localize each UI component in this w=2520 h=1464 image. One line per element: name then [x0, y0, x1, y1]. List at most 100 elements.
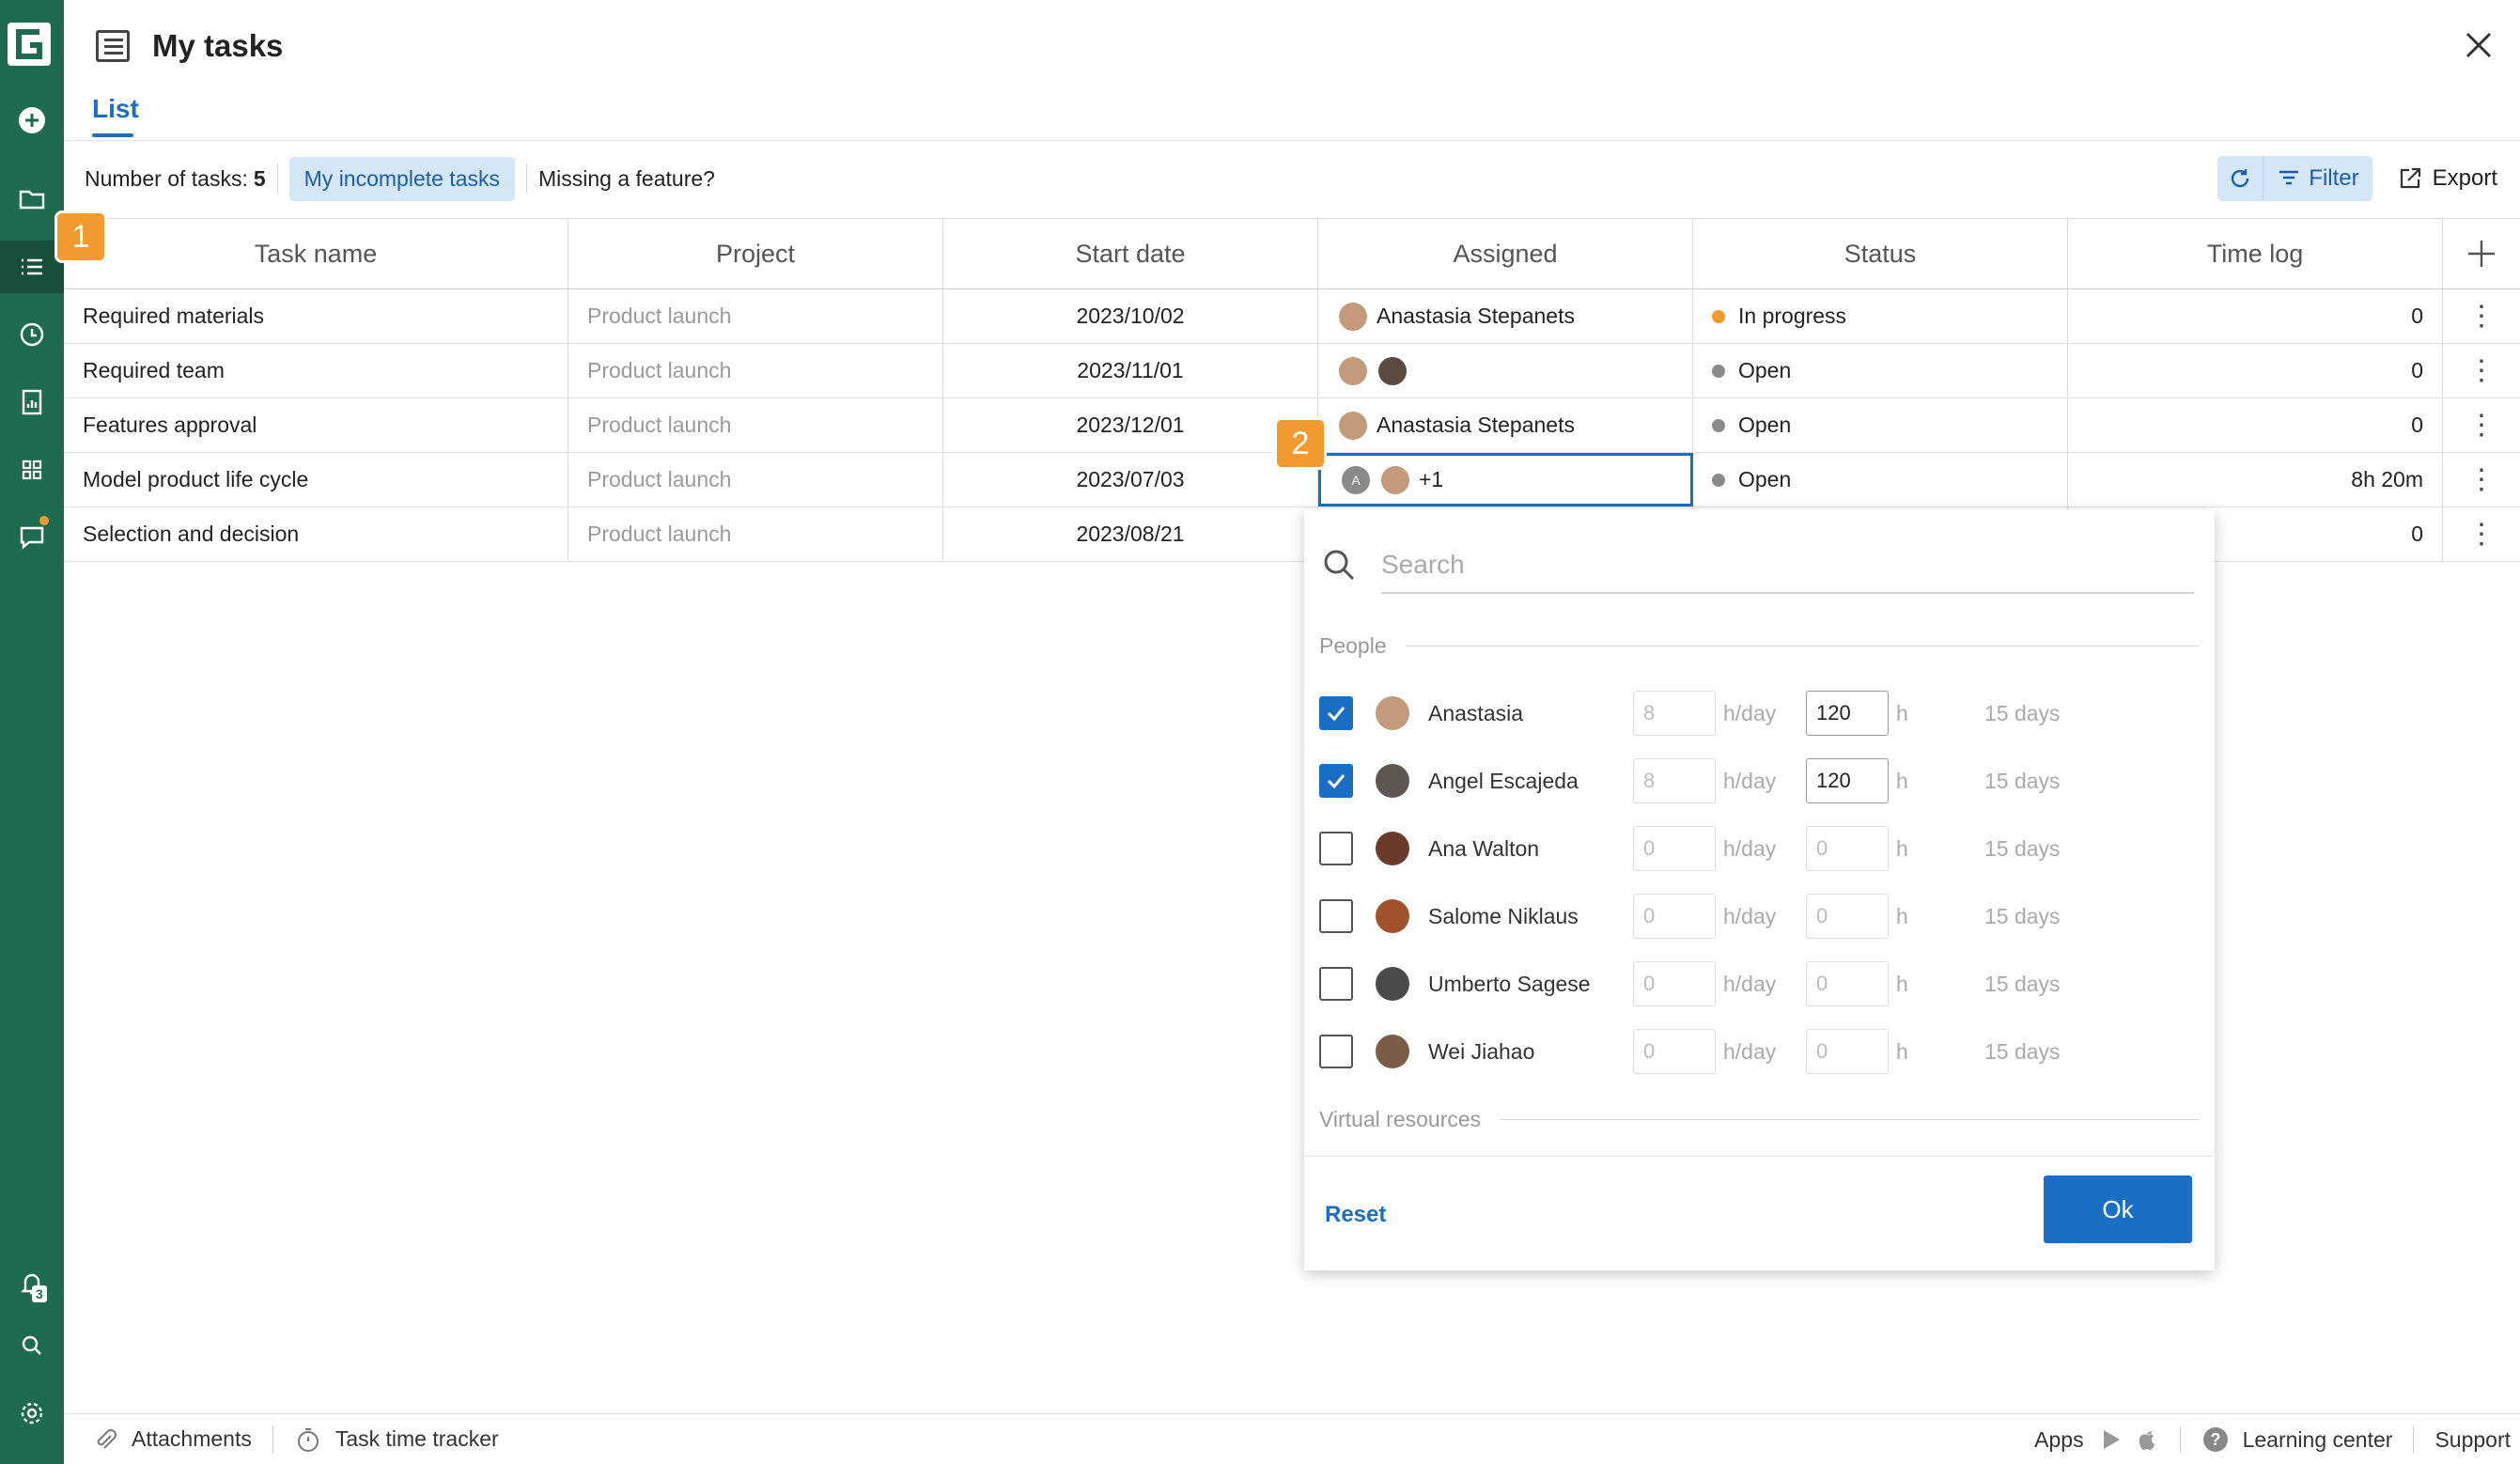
bell-icon[interactable] — [0, 1257, 64, 1310]
person-row[interactable]: Salome Niklaus 0 h/day 0h 15 days — [1319, 893, 2061, 940]
person-row[interactable]: Anastasia 8 h/day 120 h 15 days — [1319, 690, 2061, 737]
apple-icon[interactable] — [2135, 1426, 2159, 1453]
export-button[interactable]: Export — [2397, 165, 2497, 192]
time-log-cell[interactable]: 0 — [2068, 344, 2443, 397]
row-menu-button[interactable]: ⋮ — [2443, 289, 2520, 343]
assigned-cell-selected[interactable]: A +1 — [1318, 453, 1693, 506]
hours-per-day-input[interactable]: 0 — [1633, 826, 1716, 871]
export-label: Export — [2432, 165, 2497, 191]
search-icon[interactable] — [0, 1319, 64, 1372]
kebab-icon: ⋮ — [2467, 463, 2496, 495]
task-time-tracker-button[interactable]: Task time tracker — [294, 1425, 499, 1454]
project-cell[interactable]: Product launch — [568, 453, 943, 506]
start-date-cell[interactable]: 2023/12/01 — [943, 398, 1318, 452]
unit-label: h/day — [1723, 971, 1777, 996]
attachments-button[interactable]: Attachments — [92, 1426, 252, 1453]
start-date-cell[interactable]: 2023/07/03 — [943, 453, 1318, 506]
start-date-cell[interactable]: 2023/11/01 — [943, 344, 1318, 397]
table-row[interactable]: Required materials Product launch 2023/1… — [64, 289, 2520, 344]
table-row[interactable]: Required team Product launch 2023/11/01 … — [64, 344, 2520, 398]
assignee-search-input[interactable]: Search — [1381, 537, 2194, 594]
add-icon[interactable] — [0, 94, 64, 147]
project-cell[interactable]: Product launch — [568, 289, 943, 343]
notification-count-badge: 3 — [32, 1285, 47, 1302]
row-menu-button[interactable]: ⋮ — [2443, 507, 2520, 561]
assigned-cell[interactable]: Anastasia Stepanets — [1318, 398, 1693, 452]
person-row[interactable]: Umberto Sagese 0 h/day 0h 15 days — [1319, 960, 2061, 1007]
reset-button[interactable]: Reset — [1325, 1202, 1386, 1228]
duration-days: 15 days — [1984, 700, 2061, 725]
column-header-status[interactable]: Status — [1693, 219, 2068, 288]
person-checkbox[interactable] — [1319, 967, 1353, 1001]
task-name-cell[interactable]: Required materials — [64, 289, 568, 343]
people-section-label: People — [1319, 633, 1387, 658]
row-menu-button[interactable]: ⋮ — [2443, 398, 2520, 452]
learning-center-link[interactable]: Learning center — [2243, 1427, 2393, 1453]
chat-icon[interactable] — [0, 511, 64, 564]
assigned-cell[interactable] — [1318, 344, 1693, 397]
avatar-letter: A — [1340, 463, 1372, 496]
support-link[interactable]: Support — [2434, 1427, 2511, 1453]
close-icon[interactable] — [2460, 26, 2497, 64]
person-checkbox[interactable] — [1319, 899, 1353, 933]
row-menu-button[interactable]: ⋮ — [2443, 453, 2520, 506]
person-row[interactable]: Wei Jiahao 0 h/day 0h 15 days — [1319, 1028, 2061, 1075]
my-incomplete-tasks-chip[interactable]: My incomplete tasks — [288, 156, 515, 201]
time-log-cell[interactable]: 8h 20m — [2068, 453, 2443, 506]
project-cell[interactable]: Product launch — [568, 398, 943, 452]
hours-per-day-input[interactable]: 0 — [1633, 1029, 1716, 1074]
person-checkbox[interactable] — [1319, 1035, 1353, 1068]
total-hours-input[interactable]: 0 — [1806, 961, 1889, 1006]
status-cell[interactable]: Open — [1693, 344, 2068, 397]
person-row[interactable]: Ana Walton 0 h/day 0h 15 days — [1319, 825, 2061, 872]
settings-gear-icon[interactable] — [0, 1387, 64, 1440]
gantt-logo-icon[interactable] — [8, 23, 51, 66]
column-header-assigned[interactable]: Assigned — [1318, 219, 1693, 288]
add-column-button[interactable] — [2443, 219, 2520, 288]
refresh-button[interactable] — [2217, 156, 2264, 201]
person-checkbox[interactable] — [1319, 696, 1353, 730]
status-cell[interactable]: Open — [1693, 398, 2068, 452]
project-cell[interactable]: Product launch — [568, 344, 943, 397]
row-menu-button[interactable]: ⋮ — [2443, 344, 2520, 397]
duration-days: 15 days — [1984, 903, 2061, 928]
ok-button[interactable]: Ok — [2044, 1176, 2192, 1243]
person-checkbox[interactable] — [1319, 764, 1353, 798]
filter-label: Filter — [2309, 165, 2359, 191]
column-header-time-log[interactable]: Time log — [2068, 219, 2443, 288]
person-checkbox[interactable] — [1319, 832, 1353, 865]
total-hours-input[interactable]: 120 — [1806, 691, 1889, 736]
hours-per-day-input[interactable]: 0 — [1633, 961, 1716, 1006]
total-hours-input[interactable]: 120 — [1806, 758, 1889, 803]
google-play-icon[interactable] — [2099, 1427, 2123, 1452]
hours-per-day-input[interactable]: 8 — [1633, 691, 1716, 736]
task-name-cell[interactable]: Model product life cycle — [64, 453, 568, 506]
hours-per-day-input[interactable]: 8 — [1633, 758, 1716, 803]
column-header-start-date[interactable]: Start date — [943, 219, 1318, 288]
hours-per-day-input[interactable]: 0 — [1633, 894, 1716, 939]
total-hours-input[interactable]: 0 — [1806, 894, 1889, 939]
tab-list[interactable]: List — [92, 94, 139, 124]
column-header-task-name[interactable]: Task name — [64, 219, 568, 288]
missing-feature-link[interactable]: Missing a feature? — [538, 166, 715, 192]
total-hours-input[interactable]: 0 — [1806, 1029, 1889, 1074]
grid-apps-icon[interactable] — [0, 444, 64, 496]
project-cell[interactable]: Product launch — [568, 507, 943, 561]
time-log-cell[interactable]: 0 — [2068, 398, 2443, 452]
status-cell[interactable]: In progress — [1693, 289, 2068, 343]
report-icon[interactable] — [0, 376, 64, 428]
assigned-cell[interactable]: Anastasia Stepanets — [1318, 289, 1693, 343]
start-date-cell[interactable]: 2023/08/21 — [943, 507, 1318, 561]
task-name-cell[interactable]: Features approval — [64, 398, 568, 452]
avatar — [1376, 1035, 1409, 1068]
total-hours-input[interactable]: 0 — [1806, 826, 1889, 871]
filter-button[interactable]: Filter — [2263, 156, 2372, 201]
person-row[interactable]: Angel Escajeda 8 h/day 120 h 15 days — [1319, 757, 2061, 804]
clock-icon[interactable] — [0, 308, 64, 361]
column-header-project[interactable]: Project — [568, 219, 943, 288]
time-log-cell[interactable]: 0 — [2068, 289, 2443, 343]
task-name-cell[interactable]: Selection and decision — [64, 507, 568, 561]
task-name-cell[interactable]: Required team — [64, 344, 568, 397]
start-date-cell[interactable]: 2023/10/02 — [943, 289, 1318, 343]
status-cell[interactable]: Open — [1693, 453, 2068, 506]
